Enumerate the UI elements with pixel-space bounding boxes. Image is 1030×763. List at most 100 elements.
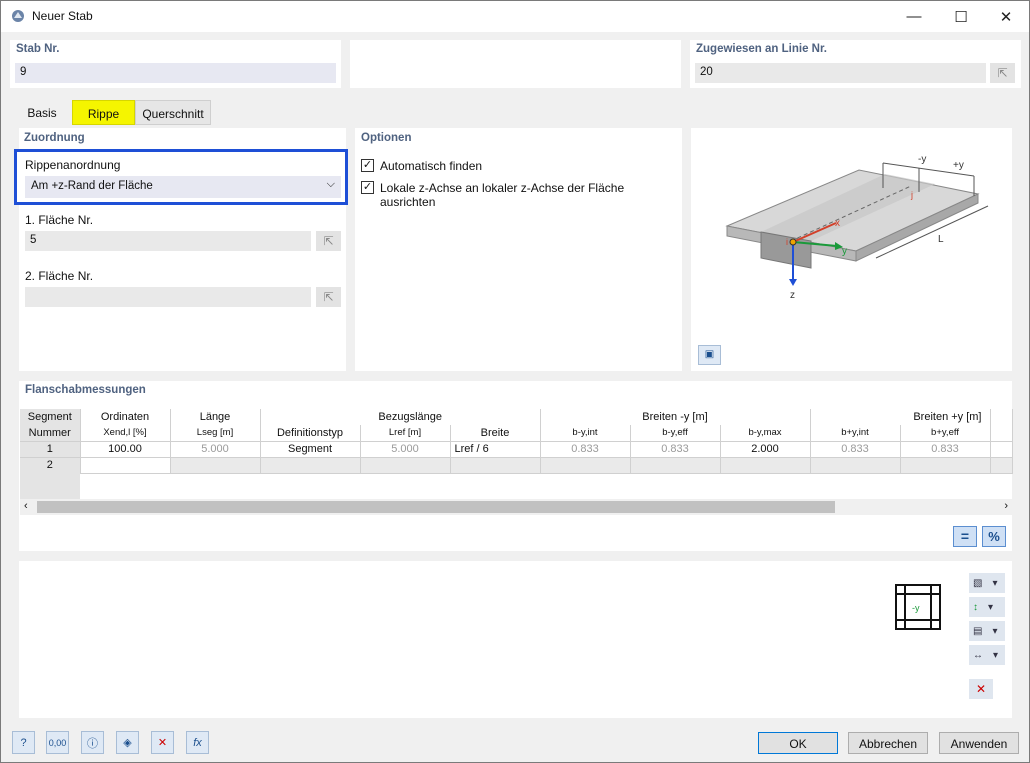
stab-nr-field[interactable]: 9 xyxy=(15,63,336,83)
minus-y-label: -y xyxy=(918,154,926,165)
y-axis-label: y xyxy=(842,246,847,257)
header-b-plus-eff: b+y,eff xyxy=(900,425,991,441)
cell-b-minus-max[interactable]: 2.000 xyxy=(720,441,811,457)
flaeche2-label: 2. Fläche Nr. xyxy=(25,269,94,283)
cell-b-minus-eff xyxy=(630,457,721,473)
cell-b-plus-int xyxy=(810,457,901,473)
row-number: 2 xyxy=(20,457,81,473)
pick-flaeche2-icon[interactable]: ⇱ xyxy=(316,287,341,307)
tab-rippe[interactable]: Rippe xyxy=(72,100,135,125)
auto-finden-label: Automatisch finden xyxy=(380,159,483,173)
linie-nr-field[interactable]: 20 xyxy=(695,63,986,83)
diagram-options-icon[interactable]: ▣ xyxy=(698,345,721,365)
equal-button[interactable]: = xyxy=(953,526,977,547)
header-xend: Xend,l [%] xyxy=(80,425,171,441)
cell-definitionstyp[interactable]: Segment xyxy=(260,441,361,457)
cell-ordinate[interactable] xyxy=(80,457,171,473)
cell-lseg xyxy=(170,457,261,473)
ok-button[interactable]: OK xyxy=(758,732,838,754)
cell-lref xyxy=(360,457,451,473)
cell-definitionstyp[interactable] xyxy=(260,457,361,473)
view-icon[interactable]: ◈ xyxy=(116,731,139,754)
anwenden-button[interactable]: Anwenden xyxy=(939,732,1019,754)
header-definitionstyp: Definitionstyp xyxy=(260,425,361,441)
z-axis-label: z xyxy=(790,290,795,301)
cell-b-plus-eff xyxy=(900,457,991,473)
flaeche2-field[interactable] xyxy=(25,287,311,307)
header-nummer: Nummer xyxy=(20,425,81,441)
plus-y-label: +y xyxy=(953,160,964,171)
cell-b-plus-int: 0.833 xyxy=(810,441,901,457)
header-b-minus-eff: b-y,eff xyxy=(630,425,721,441)
window-title: Neuer Stab xyxy=(32,9,93,23)
cell-b-minus-eff: 0.833 xyxy=(630,441,721,457)
dimension-icon[interactable]: ↔ ▾ xyxy=(969,645,1005,665)
diagram-panel: -y +y L x y z i j ▣ xyxy=(691,128,1012,371)
cell-lseg: 5.000 xyxy=(170,441,261,457)
lokal-z-checkbox[interactable]: ✓ xyxy=(361,181,374,194)
app-icon xyxy=(12,10,24,22)
maximize-button[interactable]: ☐ xyxy=(938,1,984,32)
row-header-filler xyxy=(20,473,80,499)
info-icon[interactable]: ⓘ xyxy=(81,731,104,754)
zuordnung-title: Zuordnung xyxy=(24,132,85,144)
horizontal-scrollbar[interactable]: ‹ › xyxy=(20,499,1012,515)
node-j-label: j xyxy=(910,190,913,200)
table-row[interactable]: 2 xyxy=(20,457,1013,473)
abbrechen-button[interactable]: Abbrechen xyxy=(848,732,928,754)
header-b-minus-max: b-y,max xyxy=(720,425,811,441)
stab-label: Stab Nr. xyxy=(16,43,60,55)
optionen-panel: Optionen ✓ Automatisch finden ✓ Lokale z… xyxy=(355,128,682,371)
cell-lref: 5.000 xyxy=(360,441,451,457)
formula-icon[interactable]: fx xyxy=(186,731,209,754)
cell-breite[interactable] xyxy=(450,457,541,473)
header-laenge: Länge xyxy=(170,409,261,425)
scrollbar-thumb[interactable] xyxy=(37,501,835,513)
pick-flaeche1-icon[interactable]: ⇱ xyxy=(316,231,341,251)
section-y-label: -y xyxy=(912,603,920,613)
tab-querschnitt[interactable]: Querschnitt xyxy=(135,100,211,125)
delete-icon[interactable]: ✕ xyxy=(151,731,174,754)
header-lref: Lref [m] xyxy=(360,425,451,441)
auto-finden-checkbox[interactable]: ✓ xyxy=(361,159,374,172)
header-breiten-minus: Breiten -y [m] xyxy=(630,409,720,425)
percent-button[interactable]: % xyxy=(982,526,1006,547)
lokal-z-label: Lokale z-Achse an lokaler z-Achse der Fl… xyxy=(380,181,625,209)
title-bar: Neuer Stab — ☐ ✕ xyxy=(1,1,1029,32)
header-b-minus-int: b-y,int xyxy=(540,425,631,441)
node-i-label: i xyxy=(786,237,788,247)
scroll-left-icon[interactable]: ‹ xyxy=(24,500,28,512)
pick-linie-icon[interactable]: ⇱ xyxy=(990,63,1015,83)
stab-panel: Stab Nr. 9 xyxy=(10,40,341,88)
tab-basis[interactable]: Basis xyxy=(12,100,72,125)
optionen-title: Optionen xyxy=(361,132,412,144)
rippenanordnung-select[interactable]: Am +z-Rand der Fläche ⌵ xyxy=(25,176,341,198)
view-3d-icon[interactable]: ▧ ▾ xyxy=(969,573,1005,593)
x-axis-label: x xyxy=(835,218,840,229)
display-mode-icon[interactable]: ▤ ▾ xyxy=(969,621,1005,641)
number-format-icon[interactable]: 0,00 xyxy=(46,731,69,754)
help-icon[interactable]: ? xyxy=(12,731,35,754)
rib-diagram: -y +y L x y z i j xyxy=(725,154,989,301)
close-button[interactable]: ✕ xyxy=(983,1,1029,32)
flansch-table: Segment Ordinaten Länge Bezugslänge Brei… xyxy=(20,409,1013,474)
row-number: 1 xyxy=(20,441,81,457)
cell-ordinate[interactable]: 100.00 xyxy=(80,441,171,457)
header-breite: Breite xyxy=(450,425,541,441)
flaeche1-field[interactable]: 5 xyxy=(25,231,311,251)
reset-view-icon[interactable]: ✕ xyxy=(969,679,993,699)
axis-y-icon[interactable]: ↕ ▾ xyxy=(969,597,1005,617)
scroll-right-icon[interactable]: › xyxy=(1004,500,1008,512)
empty-panel xyxy=(350,40,681,88)
cross-section-preview: -y xyxy=(895,584,941,630)
table-row[interactable]: 1 100.00 5.000 Segment 5.000 Lref / 6 0.… xyxy=(20,441,1013,457)
rippenanordnung-value: Am +z-Rand der Fläche xyxy=(31,180,153,192)
cell-breite[interactable]: Lref / 6 xyxy=(450,441,541,457)
header-segment: Segment xyxy=(20,409,81,425)
preview-panel: -y ▧ ▾ ↕ ▾ ▤ ▾ ↔ ▾ ✕ xyxy=(19,561,1012,718)
flaeche1-label: 1. Fläche Nr. xyxy=(25,213,94,227)
zugewiesen-label: Zugewiesen an Linie Nr. xyxy=(696,43,828,55)
cell-b-minus-max[interactable] xyxy=(720,457,811,473)
rippenanordnung-label: Rippenanordnung xyxy=(25,158,121,172)
minimize-button[interactable]: — xyxy=(891,1,937,32)
